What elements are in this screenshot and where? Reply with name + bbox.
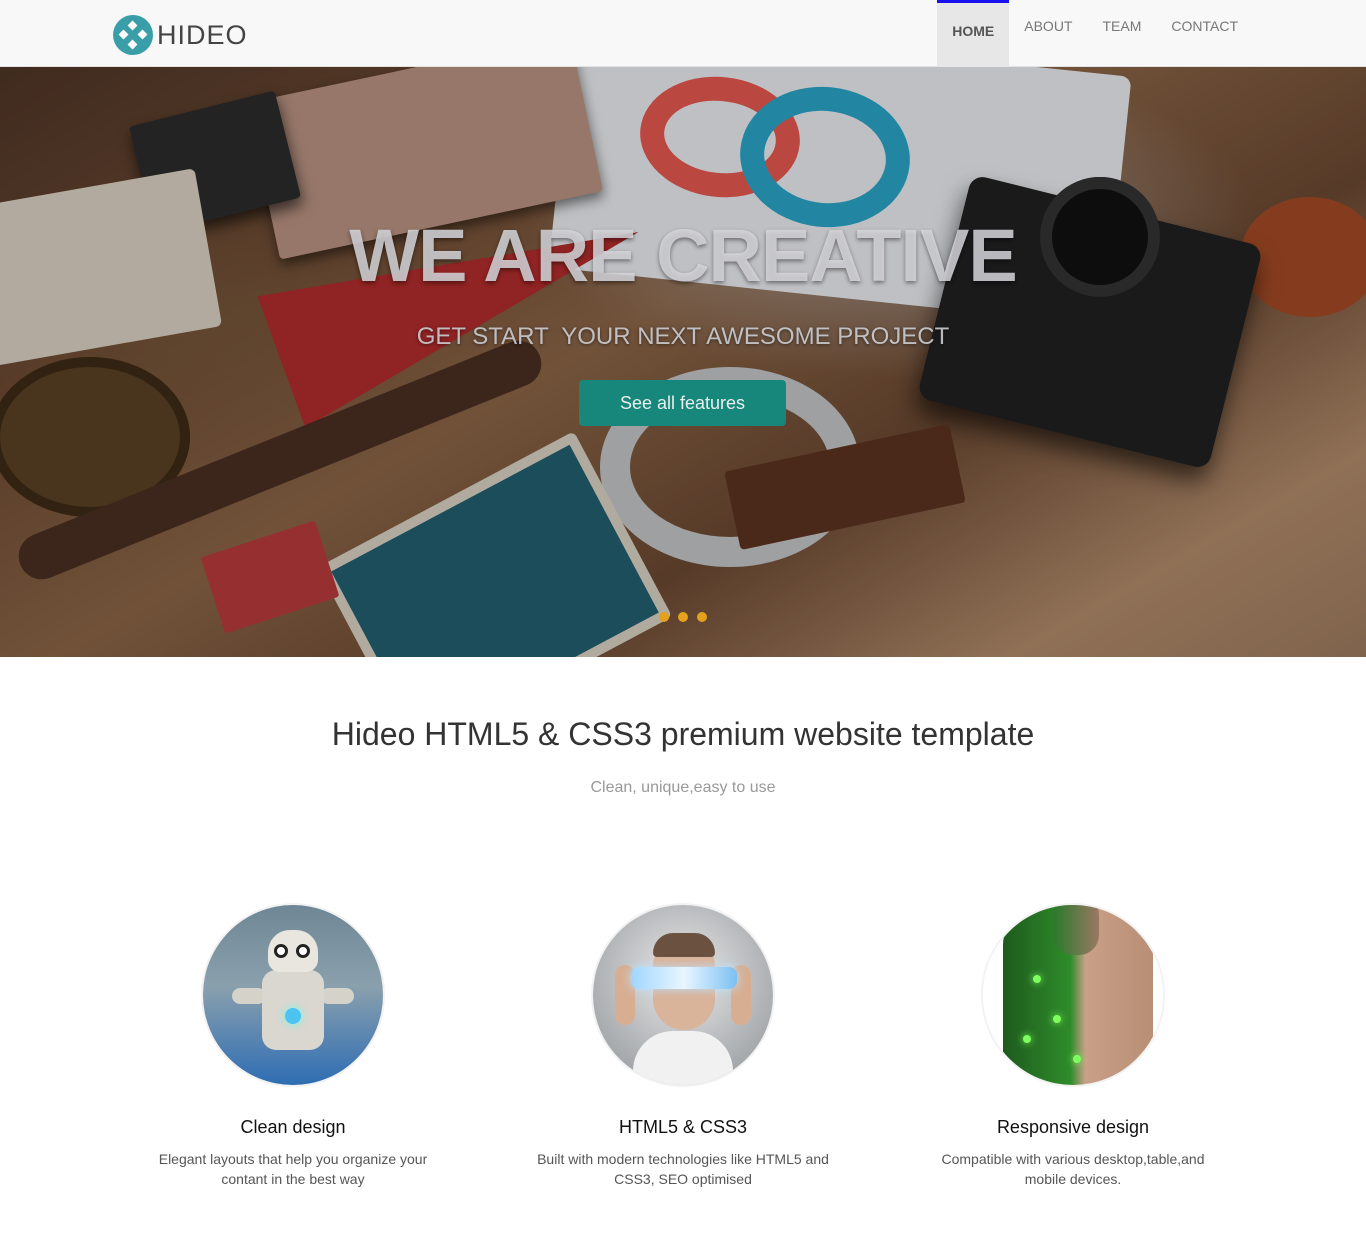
feature-text: Built with modern technologies like HTML… — [537, 1151, 829, 1187]
intro-subtitle: Clean, unique,easy to use — [590, 779, 776, 796]
nav-label: HOME — [952, 23, 995, 39]
brand-logo[interactable]: HIDEO — [113, 15, 248, 55]
feature-title: HTML5 & CSS3 — [618, 1117, 748, 1137]
site-header: HIDEO HOME ABOUT TEAM CONTACT — [0, 0, 1366, 67]
slider-dot-1[interactable] — [659, 612, 669, 622]
feature-clean-design: Clean design Elegant layouts that help y… — [143, 905, 443, 1189]
slider-dots — [659, 612, 707, 622]
feature-html5-css3: HTML5 & CSS3 Built with modern technolog… — [533, 905, 833, 1189]
nav-label: TEAM — [1102, 18, 1142, 34]
nav-item-team[interactable]: TEAM — [1087, 0, 1156, 67]
hero-slider: WE ARE CREATIVE GET START YOUR NEXT AWES… — [0, 67, 1366, 657]
feature-text: Elegant layouts that help you organize y… — [158, 1151, 428, 1187]
hero-title: WE ARE CREATIVE — [349, 214, 1017, 297]
hero-overlay — [0, 67, 1366, 657]
feature-title: Clean design — [240, 1117, 346, 1137]
see-all-features-button[interactable]: See all features — [579, 380, 786, 426]
intro-title: Hideo HTML5 & CSS3 premium website templ… — [331, 716, 1035, 752]
feature-title: Responsive design — [996, 1117, 1150, 1137]
slider-dot-3[interactable] — [697, 612, 707, 622]
logo-diamond-icon — [113, 15, 153, 55]
vr-headset-man-image — [593, 905, 773, 1085]
feature-responsive-design: Responsive design Compatible with variou… — [923, 905, 1223, 1189]
nav-item-contact[interactable]: CONTACT — [1156, 0, 1253, 67]
nav-label: ABOUT — [1024, 18, 1073, 34]
robot-image — [203, 905, 383, 1085]
slider-dot-2[interactable] — [678, 612, 688, 622]
main-nav: HOME ABOUT TEAM CONTACT — [937, 0, 1253, 67]
nav-label: CONTACT — [1171, 18, 1238, 34]
hero-subtitle: GET START YOUR NEXT AWESOME PROJECT — [416, 323, 950, 350]
cyborg-image — [983, 905, 1163, 1085]
brand-name: HIDEO — [157, 19, 248, 50]
feature-text: Compatible with various desktop,table,an… — [941, 1151, 1205, 1187]
nav-item-about[interactable]: ABOUT — [1009, 0, 1087, 67]
nav-item-home[interactable]: HOME — [937, 0, 1010, 67]
